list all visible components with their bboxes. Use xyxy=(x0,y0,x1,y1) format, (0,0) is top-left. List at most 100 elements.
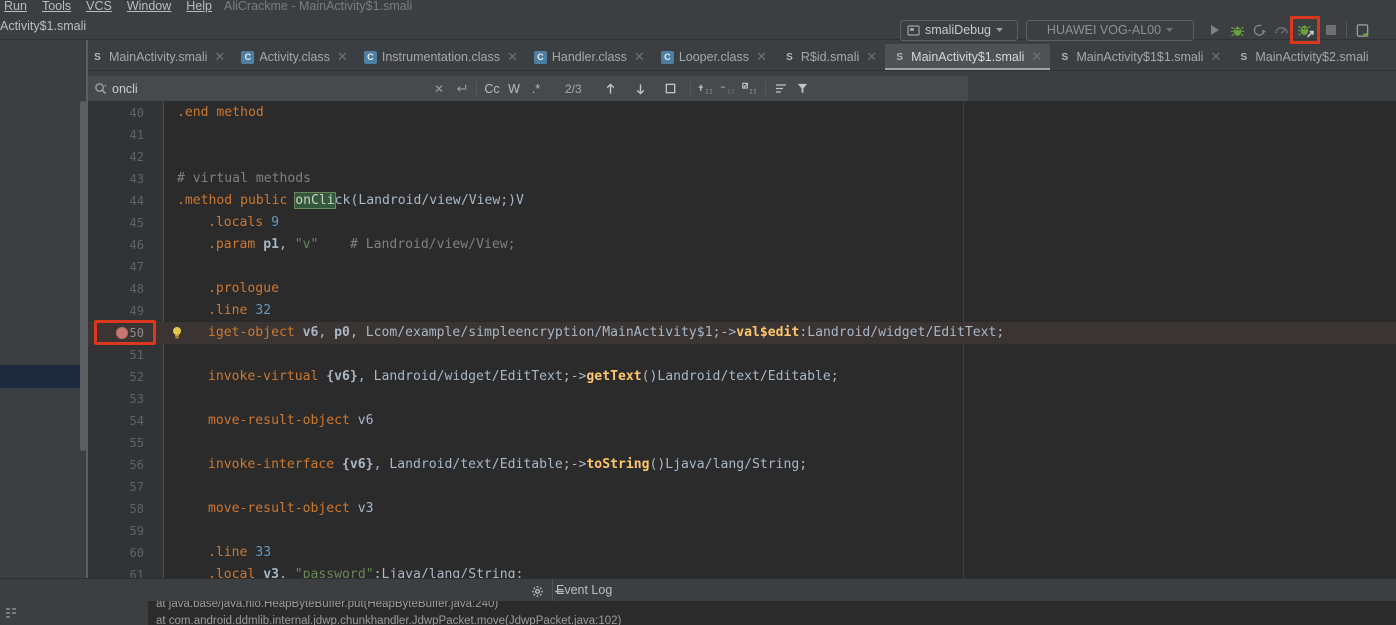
code-line[interactable]: 60 .line 33 xyxy=(88,542,1396,564)
select-all-occurrences-icon[interactable]: II xyxy=(739,78,761,100)
menu-item-run[interactable]: Run xyxy=(4,0,27,15)
code-line[interactable]: 52 invoke-virtual {v6}, Landroid/widget/E… xyxy=(88,366,1396,388)
code-line[interactable]: 48 .prologue xyxy=(88,278,1396,300)
menu-item-vcs[interactable]: VCS xyxy=(86,0,112,15)
settings-gear-icon[interactable] xyxy=(528,582,546,600)
multiline-search-icon[interactable] xyxy=(450,78,472,100)
code-token: , Landroid/widget/EditText;-> xyxy=(357,369,587,384)
code-line[interactable]: 47 xyxy=(88,256,1396,278)
todo-icon[interactable] xyxy=(4,605,20,621)
next-occurrence-icon[interactable] xyxy=(630,78,652,100)
code-line[interactable]: 46 .param p1, "v" # Landroid/view/View; xyxy=(88,234,1396,256)
debug-icon[interactable] xyxy=(1226,19,1248,41)
tab-label: Handler.class xyxy=(551,50,627,64)
code-line[interactable]: 49 .line 32 xyxy=(88,300,1396,322)
code-text: invoke-virtual {v6}, Landroid/widget/Edi… xyxy=(208,366,839,388)
code-line[interactable]: 42 xyxy=(88,146,1396,168)
tab-activity-class[interactable]: C Activity.class ✕ xyxy=(233,44,356,70)
code-line[interactable]: 50 iget-object v6, p0, Lcom/example/simpl… xyxy=(88,320,1396,345)
tab-instrumentation-class[interactable]: C Instrumentation.class ✕ xyxy=(356,44,526,70)
code-text: .line 32 xyxy=(208,300,271,322)
tab-label: MainActivity$2.smali xyxy=(1255,50,1369,64)
attach-debugger-to-android-process-icon[interactable] xyxy=(1290,16,1320,44)
tab-mainactivity-2-smali[interactable]: S MainActivity$2.smali xyxy=(1229,44,1376,70)
tab-looper-class[interactable]: C Looper.class ✕ xyxy=(653,44,775,70)
code-line[interactable]: 51 xyxy=(88,344,1396,366)
clear-search-icon[interactable]: ✕ xyxy=(428,78,450,100)
code-line[interactable]: 58 move-result-object v3 xyxy=(88,498,1396,520)
code-token: .prologue xyxy=(208,281,279,296)
find-bar: oncli ✕ Cc W .* 2/3 II II II xyxy=(88,76,968,101)
code-line[interactable]: 53 xyxy=(88,388,1396,410)
close-icon[interactable]: ✕ xyxy=(1210,49,1221,65)
run-icon[interactable] xyxy=(1204,19,1226,41)
code-line[interactable]: 54 move-result-object v6 xyxy=(88,410,1396,432)
close-icon[interactable]: ✕ xyxy=(866,49,877,65)
svg-text:II: II xyxy=(727,87,735,95)
breadcrumb[interactable]: Activity$1.smali xyxy=(0,19,86,33)
run-configuration-selector[interactable]: smaliDebug xyxy=(900,19,1018,41)
tab-mainactivity-smali[interactable]: S MainActivity.smali ✕ xyxy=(83,44,233,70)
profiler-icon[interactable] xyxy=(1270,19,1292,41)
code-line[interactable]: 59 xyxy=(88,520,1396,542)
match-case-icon[interactable]: Cc xyxy=(481,78,503,100)
tab-mainactivity-1-smali[interactable]: S MainActivity$1.smali ✕ xyxy=(885,44,1051,70)
prev-occurrence-icon[interactable] xyxy=(600,78,622,100)
code-line[interactable]: 43 # virtual methods xyxy=(88,168,1396,190)
add-selection-next-occurrence-icon[interactable]: II xyxy=(695,78,717,100)
close-icon[interactable]: ✕ xyxy=(756,49,767,65)
open-find-in-files-icon[interactable] xyxy=(770,78,792,100)
code-line[interactable]: 45 .locals 9 xyxy=(88,212,1396,234)
line-number: 56 xyxy=(129,458,144,472)
code-text: invoke-interface {v6}, Landroid/text/Edi… xyxy=(208,454,807,476)
device-selector[interactable]: HUAWEI VOG-AL00 xyxy=(1026,19,1194,41)
search-input[interactable]: oncli xyxy=(88,76,428,101)
code-text: # virtual methods xyxy=(177,168,311,190)
divider xyxy=(689,81,691,96)
tab-label: MainActivity.smali xyxy=(109,50,208,64)
line-number: 40 xyxy=(129,106,144,120)
regex-icon[interactable]: .* xyxy=(525,78,547,100)
menu-item-window[interactable]: Window xyxy=(127,0,171,15)
close-icon[interactable]: ✕ xyxy=(507,49,518,65)
chevron-down-icon xyxy=(1166,28,1174,32)
whole-words-icon[interactable]: W xyxy=(503,78,525,100)
code-token: :Landroid/widget/EditText; xyxy=(799,325,1005,340)
menu-item-tools[interactable]: Tools xyxy=(42,0,71,15)
code-editor[interactable]: 40 .end method 41 42 43 # virtual methods 44 .m… xyxy=(88,101,1396,578)
select-in-editor-icon[interactable] xyxy=(660,78,682,100)
attach-debugger-icon[interactable] xyxy=(1248,19,1270,41)
code-line[interactable]: 55 xyxy=(88,432,1396,454)
search-icon[interactable] xyxy=(94,82,107,95)
tab-rid-smali[interactable]: S R$id.smali ✕ xyxy=(775,44,885,70)
code-text: .method public onClick(Landroid/view/Vie… xyxy=(177,190,524,212)
remove-occurrence-icon[interactable]: II xyxy=(717,78,739,100)
tab-mainactivity-1-1-smali[interactable]: S MainActivity$1$1.smali ✕ xyxy=(1050,44,1229,70)
code-line[interactable]: 56 invoke-interface {v6}, Landroid/text/E… xyxy=(88,454,1396,476)
event-log-tab[interactable]: Event Log xyxy=(556,583,612,597)
intention-bulb-icon[interactable] xyxy=(171,326,183,340)
match-count: 2/3 xyxy=(565,81,582,96)
menu-item-help[interactable]: Help xyxy=(186,0,212,15)
close-icon[interactable]: ✕ xyxy=(634,49,645,65)
code-line[interactable]: 44 .method public onClick(Landroid/view/V… xyxy=(88,190,1396,212)
code-token: v6 xyxy=(302,325,319,340)
close-icon[interactable]: ✕ xyxy=(337,49,348,65)
breakpoint-icon[interactable] xyxy=(116,327,128,339)
line-number: 45 xyxy=(129,216,144,230)
code-line[interactable]: 40 .end method xyxy=(88,102,1396,124)
console-line: at java.base/java.nio.HeapByteBuffer.put… xyxy=(156,601,499,610)
smali-file-icon: S xyxy=(94,51,101,63)
code-line[interactable]: 57 xyxy=(88,476,1396,498)
line-number: 54 xyxy=(129,414,144,428)
avd-manager-icon[interactable] xyxy=(1351,19,1373,41)
filter-icon[interactable] xyxy=(792,78,814,100)
tab-handler-class[interactable]: C Handler.class ✕ xyxy=(526,44,653,70)
divider xyxy=(552,579,553,602)
code-token: 32 xyxy=(255,303,272,318)
close-icon[interactable]: ✕ xyxy=(214,49,225,65)
code-line[interactable]: 41 xyxy=(88,124,1396,146)
close-icon[interactable]: ✕ xyxy=(1031,49,1042,65)
code-line[interactable]: 61 .local v3, "password":Ljava/lang/Strin… xyxy=(88,564,1396,578)
console-output[interactable]: at java.base/java.nio.HeapByteBuffer.put… xyxy=(148,601,1396,625)
